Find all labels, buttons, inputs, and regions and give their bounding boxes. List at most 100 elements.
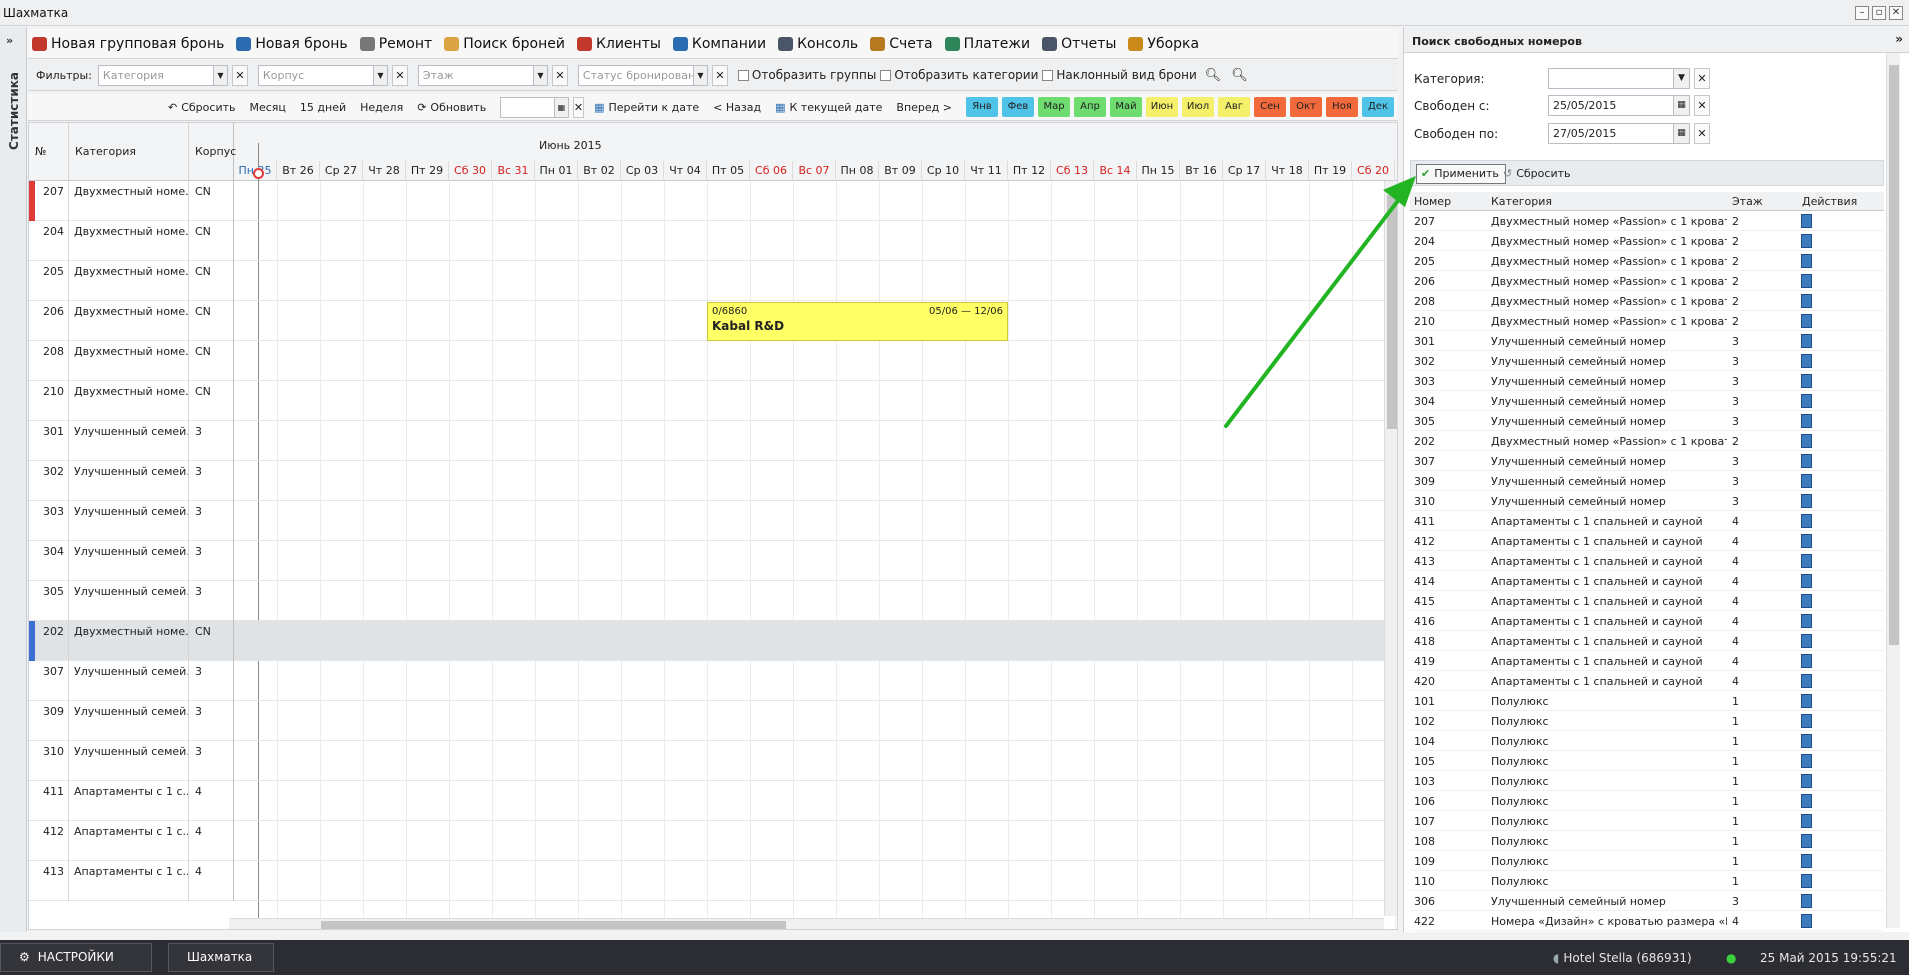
tilted-view-checkbox[interactable]: Наклонный вид брони [1042, 68, 1197, 82]
panel-reset-button[interactable]: ↺ Сбросить [1503, 164, 1570, 184]
show-categories-checkbox[interactable]: Отобразить категории [880, 68, 1038, 82]
apply-button[interactable]: ✔ Применить [1416, 164, 1506, 184]
minimize-icon[interactable]: – [1855, 6, 1869, 20]
settings-button[interactable]: ⚙ НАСТРОЙКИ [0, 943, 152, 972]
room-action-icon[interactable] [1801, 374, 1812, 388]
chevron-down-icon[interactable]: ▼ [692, 65, 707, 85]
header-actions[interactable]: Действия [1802, 195, 1857, 208]
chevron-down-icon[interactable]: ▼ [372, 65, 387, 85]
day-header[interactable]: Вт 26 [277, 161, 320, 181]
room-action-icon[interactable] [1801, 274, 1812, 288]
month-button-2[interactable]: Мар [1038, 97, 1070, 117]
zoom-in-icon[interactable]: 🔍︎ [1205, 68, 1222, 83]
room-action-icon[interactable] [1801, 734, 1812, 748]
free-room-row[interactable]: 302 Улучшенный семейный номер 3 [1410, 351, 1884, 371]
day-header[interactable]: Пт 12 [1008, 161, 1051, 181]
day-header[interactable]: Вт 16 [1180, 161, 1223, 181]
room-action-icon[interactable] [1801, 234, 1812, 248]
free-room-row[interactable]: 310 Улучшенный семейный номер 3 [1410, 491, 1884, 511]
status-filter[interactable]: Статус бронирован ▼ [577, 64, 708, 86]
room-action-icon[interactable] [1801, 474, 1812, 488]
room-action-icon[interactable] [1801, 834, 1812, 848]
day-header[interactable]: Вс 14 [1094, 161, 1137, 181]
room-action-icon[interactable] [1801, 434, 1812, 448]
goto-date-button[interactable]: ▦ Перейти к дате [594, 101, 699, 114]
day-header[interactable]: Вс 07 [793, 161, 836, 181]
free-room-row[interactable]: 301 Улучшенный семейный номер 3 [1410, 331, 1884, 351]
free-room-row[interactable]: 422 Номера «Дизайн» с кроватью размера «k… [1410, 911, 1884, 931]
day-header[interactable]: Вс 31 [492, 161, 535, 181]
header-floor[interactable]: Этаж [1732, 195, 1763, 208]
grid-vertical-scrollbar[interactable] [1384, 181, 1397, 916]
clear-category-icon[interactable]: ✕ [231, 64, 248, 86]
15-days-view-button[interactable]: 15 дней [300, 101, 346, 114]
scroll-thumb[interactable] [1889, 65, 1899, 645]
room-action-icon[interactable] [1801, 454, 1812, 468]
free-room-row[interactable]: 207 Двухместный номер «Passion» с 1 крова… [1410, 211, 1884, 231]
room-action-icon[interactable] [1801, 594, 1812, 608]
room-action-icon[interactable] [1801, 894, 1812, 908]
day-header[interactable]: Чт 04 [664, 161, 707, 181]
free-room-row[interactable]: 304 Улучшенный семейный номер 3 [1410, 391, 1884, 411]
expand-icon[interactable]: » [6, 34, 13, 47]
free-room-row[interactable]: 205 Двухместный номер «Passion» с 1 крова… [1410, 251, 1884, 271]
toolbar-button-9[interactable]: Отчеты [1042, 36, 1116, 52]
free-room-row[interactable]: 414 Апартаменты с 1 спальней и сауной 4 [1410, 571, 1884, 591]
room-action-icon[interactable] [1801, 634, 1812, 648]
col-category[interactable]: Категория [69, 123, 189, 181]
free-room-row[interactable]: 107 Полулюкс 1 [1410, 811, 1884, 831]
room-row[interactable]: 310 Улучшенный семей... 3 [29, 741, 1397, 781]
day-header[interactable]: Ср 17 [1223, 161, 1266, 181]
day-header[interactable]: Ср 27 [320, 161, 363, 181]
month-view-button[interactable]: Месяц [249, 101, 285, 114]
scroll-thumb[interactable] [1387, 195, 1397, 429]
floor-filter[interactable]: Этаж ▼ [417, 64, 548, 86]
room-action-icon[interactable] [1801, 494, 1812, 508]
refresh-button[interactable]: ⟳ Обновить [417, 101, 486, 114]
day-header[interactable]: Сб 06 [750, 161, 793, 181]
free-room-row[interactable]: 101 Полулюкс 1 [1410, 691, 1884, 711]
day-header[interactable]: Пт 05 [707, 161, 750, 181]
free-room-row[interactable]: 416 Апартаменты с 1 спальней и сауной 4 [1410, 611, 1884, 631]
free-room-row[interactable]: 105 Полулюкс 1 [1410, 751, 1884, 771]
free-room-row[interactable]: 108 Полулюкс 1 [1410, 831, 1884, 851]
room-row[interactable]: 301 Улучшенный семей... 3 [29, 421, 1397, 461]
day-header[interactable]: Сб 30 [449, 161, 492, 181]
room-action-icon[interactable] [1801, 774, 1812, 788]
free-room-row[interactable]: 210 Двухместный номер «Passion» с 1 крова… [1410, 311, 1884, 331]
month-button-6[interactable]: Июл [1182, 97, 1214, 117]
room-action-icon[interactable] [1801, 414, 1812, 428]
statistics-sidebar[interactable]: » Статистика [0, 27, 27, 932]
today-button[interactable]: ▦ К текущей дате [775, 101, 882, 114]
clear-date-icon[interactable]: ✕ [572, 96, 585, 118]
room-row[interactable]: 205 Двухместный номе... CN [29, 261, 1397, 301]
calendar-icon[interactable]: ▦ [1673, 124, 1689, 143]
free-room-row[interactable]: 110 Полулюкс 1 [1410, 871, 1884, 891]
day-header[interactable]: Чт 28 [363, 161, 406, 181]
clear-status-icon[interactable]: ✕ [711, 64, 728, 86]
room-row[interactable]: 412 Апартаменты с 1 с... 4 [29, 821, 1397, 861]
room-row[interactable]: 210 Двухместный номе... CN [29, 381, 1397, 421]
checkbox-box[interactable] [1042, 69, 1054, 81]
month-button-11[interactable]: Дек [1362, 97, 1394, 117]
room-row[interactable]: 202 Двухместный номе... CN [29, 621, 1397, 661]
calendar-icon[interactable]: ▦ [1673, 96, 1689, 115]
room-action-icon[interactable] [1801, 334, 1812, 348]
toolbar-button-8[interactable]: Платежи [944, 36, 1030, 52]
day-header[interactable]: Пн 08 [836, 161, 879, 181]
clear-floor-icon[interactable]: ✕ [551, 64, 568, 86]
free-room-row[interactable]: 103 Полулюкс 1 [1410, 771, 1884, 791]
free-room-row[interactable]: 309 Улучшенный семейный номер 3 [1410, 471, 1884, 491]
room-action-icon[interactable] [1801, 754, 1812, 768]
day-header[interactable]: Вт 09 [879, 161, 922, 181]
room-action-icon[interactable] [1801, 214, 1812, 228]
from-date-input[interactable]: 25/05/2015 ▦ [1548, 95, 1690, 116]
room-action-icon[interactable] [1801, 354, 1812, 368]
free-room-row[interactable]: 106 Полулюкс 1 [1410, 791, 1884, 811]
grid-horizontal-scrollbar[interactable] [229, 918, 1384, 929]
room-action-icon[interactable] [1801, 254, 1812, 268]
room-row[interactable]: 309 Улучшенный семей... 3 [29, 701, 1397, 741]
month-button-1[interactable]: Фев [1002, 97, 1034, 117]
day-header[interactable]: Пн 01 [535, 161, 578, 181]
month-button-7[interactable]: Авг [1218, 97, 1250, 117]
